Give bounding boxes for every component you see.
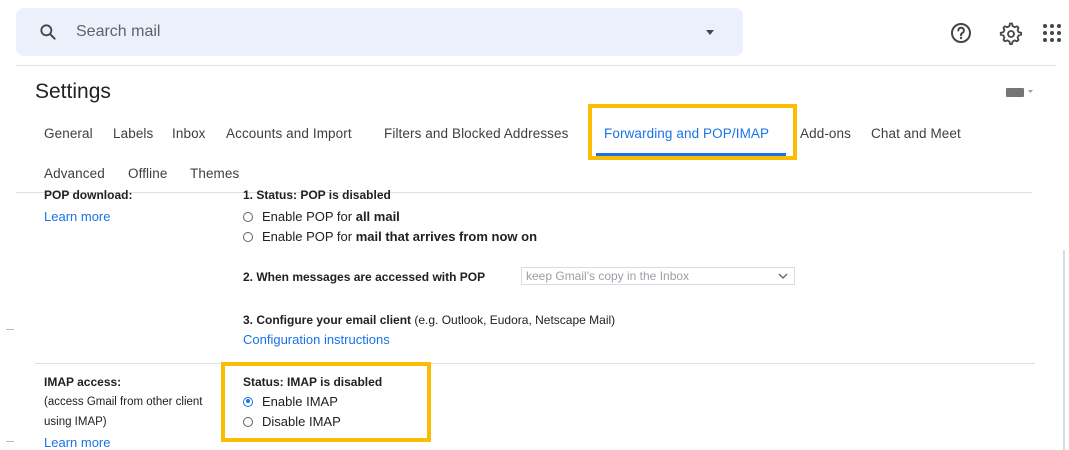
pop-step3-label: 3. Configure your email client [243, 313, 412, 327]
apps-icon[interactable] [1040, 21, 1064, 45]
imap-section-label: IMAP access: [44, 375, 122, 389]
caret-down-icon[interactable] [702, 24, 718, 40]
divider [16, 192, 1032, 193]
page-title: Settings [35, 80, 111, 103]
radio-button[interactable] [243, 231, 253, 242]
gear-icon[interactable] [998, 21, 1022, 45]
pop-status: 1. Status: POP is disabled [243, 188, 391, 202]
tab-accounts-and-import[interactable]: Accounts and Import [226, 126, 352, 141]
scrollbar[interactable] [1063, 250, 1065, 450]
tab-add-ons[interactable]: Add-ons [800, 126, 851, 141]
divider [35, 363, 1035, 364]
tab-offline[interactable]: Offline [128, 166, 167, 181]
tab-general[interactable]: General [44, 126, 93, 141]
pop-option-all-mail[interactable]: Enable POP for all mail [243, 209, 400, 224]
pop-step3: 3. Configure your email client (e.g. Out… [243, 313, 615, 327]
keyboard-icon[interactable] [1006, 86, 1034, 98]
pop-option-prefix: Enable POP for [262, 209, 356, 224]
pop-action-select[interactable]: keep Gmail's copy in the Inbox [521, 267, 795, 285]
highlight-box-tab [588, 104, 797, 160]
configuration-instructions-link[interactable]: Configuration instructions [243, 332, 390, 347]
pop-option-bold: mail that arrives from now on [355, 229, 538, 244]
tab-chat-and-meet[interactable]: Chat and Meet [871, 126, 961, 141]
help-icon[interactable] [949, 21, 973, 45]
divider [16, 65, 1056, 66]
pop-step2-label: 2. When messages are accessed with POP [243, 270, 486, 284]
tab-filters-and-blocked-addresses[interactable]: Filters and Blocked Addresses [384, 126, 569, 141]
radio-button[interactable] [243, 211, 253, 222]
pop-option-bold: all mail [355, 209, 400, 224]
tab-inbox[interactable]: Inbox [172, 126, 206, 141]
pop-learn-more-link[interactable]: Learn more [44, 209, 110, 224]
chevron-down-icon [778, 273, 788, 279]
pop-step3-note: (e.g. Outlook, Eudora, Netscape Mail) [411, 313, 616, 327]
imap-learn-more-link[interactable]: Learn more [44, 435, 110, 450]
tab-labels[interactable]: Labels [113, 126, 153, 141]
tab-themes[interactable]: Themes [190, 166, 239, 181]
pop-option-prefix: Enable POP for [262, 229, 356, 244]
divider [6, 441, 14, 442]
imap-description-line2: using IMAP) [44, 416, 107, 428]
divider [6, 329, 14, 330]
search-icon[interactable] [38, 22, 58, 42]
highlight-box-imap [221, 362, 431, 442]
pop-option-from-now-on[interactable]: Enable POP for mail that arrives from no… [243, 229, 537, 244]
tab-advanced[interactable]: Advanced [44, 166, 105, 181]
imap-description-line1: (access Gmail from other client [44, 396, 203, 408]
search-input[interactable] [76, 21, 676, 43]
pop-section-label: POP download: [44, 188, 133, 202]
